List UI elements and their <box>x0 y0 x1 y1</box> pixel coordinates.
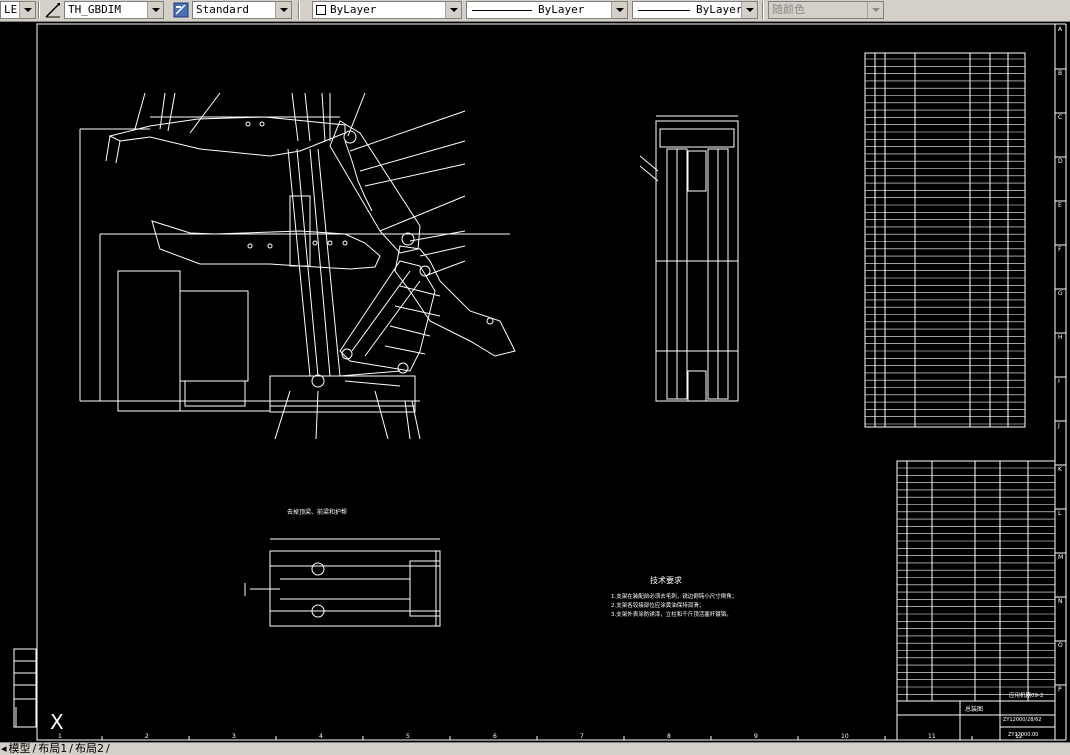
sheet-outer-border <box>36 23 1056 741</box>
chevron-down-icon <box>867 2 883 18</box>
border-row-label: J <box>1057 422 1060 429</box>
border-column-label: 4 <box>319 733 323 740</box>
layout-tabs: ◂ 模型 / 布局1/布局2/ <box>0 742 1070 755</box>
linetype-value: ByLayer <box>538 3 585 16</box>
border-row-label: N <box>1058 598 1063 605</box>
border-column-label: 6 <box>493 733 497 740</box>
border-column-label: 12 <box>1015 733 1023 740</box>
toolbar-separator <box>38 1 40 19</box>
lineweight-combo[interactable]: ByLayer <box>632 1 758 19</box>
lower-link <box>339 260 436 372</box>
border-row-label: O <box>1058 642 1063 649</box>
border-row-label: A <box>1058 26 1063 33</box>
border-row-label: D <box>1058 158 1063 165</box>
title-block-company: 应用机器09-2 <box>1009 691 1043 699</box>
tab-model[interactable]: 模型 <box>8 743 32 755</box>
rear-leg-column <box>309 148 331 377</box>
textstyle-value: Standard <box>196 3 249 16</box>
tech-req-title: 技术要求 <box>650 575 682 585</box>
border-column-label: 8 <box>667 733 671 740</box>
parts-list-upper <box>864 52 1026 428</box>
top-view-outline <box>269 550 441 627</box>
side-view <box>79 92 516 440</box>
front-leg-column <box>287 148 311 377</box>
properties-toolbar: LE TH_GBDIM Standard ByLayer ByLayer ByL… <box>0 0 1070 22</box>
plotstyle-combo: 随颜色 <box>768 1 884 19</box>
drawing-number-2: ZY12000.00 <box>1008 732 1038 738</box>
tech-req-line-3: 3.支架外表涂防锈漆，立柱和千斤顶活塞杆镀铬。 <box>611 610 732 618</box>
border-row-label: C <box>1058 114 1062 121</box>
color-value: ByLayer <box>330 3 377 16</box>
revision-block <box>13 648 37 728</box>
cad-drawing[interactable]: 去掉顶梁、前梁和护帮 技术要求 1.支架在装配前必须去毛刺，锐边倒钝小尺寸倒角；… <box>0 21 1070 742</box>
chevron-down-icon[interactable] <box>147 2 163 18</box>
ucs-label: X <box>50 710 64 734</box>
chevron-down-icon[interactable] <box>611 2 627 18</box>
drawing-number-1: ZY12000/28/62 <box>1003 717 1041 723</box>
left-box <box>117 270 181 412</box>
title-block-name: 总装图 <box>965 705 983 713</box>
color-swatch-icon <box>316 5 326 15</box>
chevron-down-icon[interactable] <box>445 2 461 18</box>
border-column-label: 3 <box>232 733 236 740</box>
tab-nav-left[interactable]: ◂ <box>0 743 8 755</box>
border-row-label: I <box>1058 378 1060 385</box>
tab-layout2[interactable]: 布局2 <box>74 743 105 755</box>
top-view-caption: 去掉顶梁、前梁和护帮 <box>287 508 347 516</box>
dimension-style-icon[interactable] <box>44 1 62 19</box>
layer-combo[interactable]: LE <box>0 1 36 19</box>
border-column-label: 7 <box>580 733 584 740</box>
linetype-preview-icon <box>472 9 532 11</box>
border-column-label: 2 <box>145 733 149 740</box>
border-row-label: P <box>1058 686 1062 693</box>
border-column-label: 1 <box>58 733 62 740</box>
chevron-down-icon[interactable] <box>741 2 757 18</box>
parts-list-upper-rows <box>865 58 1025 425</box>
border-column-label: 11 <box>928 733 936 740</box>
top-view <box>244 538 441 627</box>
border-row-label: G <box>1058 290 1063 297</box>
lineweight-preview-icon <box>638 9 690 11</box>
border-row-label: B <box>1058 70 1062 77</box>
lineweight-value: ByLayer <box>696 3 743 16</box>
parts-list-lower-rows <box>897 467 1055 695</box>
tab-separator: / <box>105 742 110 755</box>
border-row-label: L <box>1058 510 1062 517</box>
layer-value: LE <box>4 3 18 16</box>
color-combo[interactable]: ByLayer <box>312 1 462 19</box>
border-row-label: M <box>1058 554 1063 561</box>
border-column-label: 5 <box>406 733 410 740</box>
border-column-label: 10 <box>841 733 849 740</box>
tech-req-line-1: 1.支架在装配前必须去毛刺，锐边倒钝小尺寸倒角； <box>611 592 737 600</box>
plotstyle-value: 随颜色 <box>772 3 805 16</box>
toolbar-separator <box>298 1 300 19</box>
ucs-icon <box>15 707 36 728</box>
border-row-labels: A B C D E F G H I J K L M N O P <box>1057 26 1063 693</box>
border-column-labels: 1 2 3 4 5 6 7 8 9 10 11 12 <box>58 733 1023 740</box>
chevron-down-icon[interactable] <box>275 2 291 18</box>
chevron-down-icon[interactable] <box>19 2 35 18</box>
border-row-label: F <box>1058 246 1062 253</box>
border-row-label: E <box>1058 202 1062 209</box>
dimstyle-value: TH_GBDIM <box>68 3 121 16</box>
linetype-combo[interactable]: ByLayer <box>466 1 628 19</box>
textstyle-combo[interactable]: Standard <box>192 1 292 19</box>
dimstyle-combo[interactable]: TH_GBDIM <box>64 1 164 19</box>
toolbar-separator <box>762 1 764 19</box>
border-row-label: H <box>1058 334 1063 341</box>
border-column-label: 9 <box>754 733 758 740</box>
text-style-icon[interactable] <box>172 1 190 19</box>
front-view <box>639 115 739 402</box>
tech-req-line-2: 2.支架各铰接部位应涂黄油保持润滑； <box>611 601 704 609</box>
shield <box>394 245 516 357</box>
border-row-label: K <box>1058 466 1063 473</box>
tab-layout1[interactable]: 布局1 <box>37 743 68 755</box>
model-space-canvas[interactable]: 去掉顶梁、前梁和护帮 技术要求 1.支架在装配前必须去毛刺，锐边倒钝小尺寸倒角；… <box>0 21 1070 742</box>
